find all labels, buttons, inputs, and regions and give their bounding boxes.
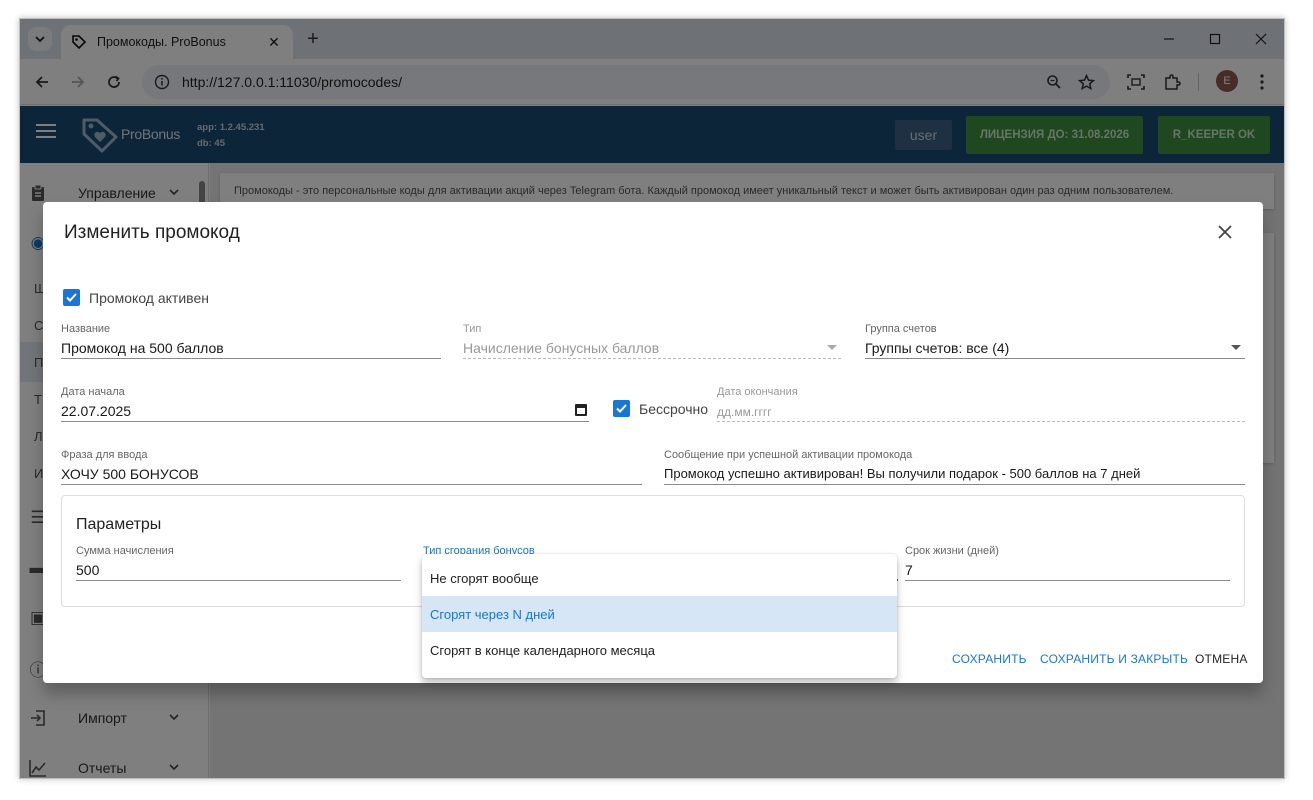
- lifetime-label: Срок жизни (дней): [905, 545, 999, 557]
- name-field[interactable]: Название Промокод на 500 баллов: [61, 323, 441, 359]
- unlimited-label[interactable]: Бессрочно: [639, 401, 708, 417]
- active-checkbox-label[interactable]: Промокод активен: [89, 290, 209, 306]
- cancel-button[interactable]: ОТМЕНА: [1195, 652, 1248, 666]
- menu-option-end-of-month[interactable]: Сгорят в конце календарного месяца: [422, 632, 897, 668]
- start-date-field[interactable]: Дата начала 22.07.2025: [61, 386, 589, 422]
- burn-type-menu: Не сгорят вообще Сгорят через N дней Сго…: [422, 554, 897, 678]
- end-date-label: Дата окончания: [717, 386, 798, 398]
- type-select: Тип Начисление бонусных баллов: [463, 323, 841, 359]
- amount-field[interactable]: Сумма начисления 500: [76, 545, 401, 581]
- save-button[interactable]: СОХРАНИТЬ: [952, 652, 1027, 666]
- save-and-close-button[interactable]: СОХРАНИТЬ И ЗАКРЫТЬ: [1040, 652, 1188, 666]
- phrase-value: ХОЧУ 500 БОНУСОВ: [61, 466, 199, 482]
- end-date-placeholder: дд.мм.гггг: [717, 405, 772, 419]
- menu-option-never[interactable]: Не сгорят вообще: [422, 560, 897, 596]
- check-icon: [66, 293, 77, 302]
- group-label: Группа счетов: [865, 323, 937, 335]
- menu-option-after-n-days[interactable]: Сгорят через N дней: [422, 596, 897, 632]
- parameters-title: Параметры: [76, 516, 162, 533]
- dropdown-arrow-icon: [827, 345, 837, 350]
- name-label: Название: [61, 323, 111, 335]
- lifetime-field[interactable]: Срок жизни (дней) 7: [905, 545, 1230, 581]
- start-date-label: Дата начала: [61, 386, 125, 398]
- check-icon: [616, 404, 627, 413]
- phrase-label: Фраза для ввода: [61, 449, 148, 461]
- dialog-close-button[interactable]: [1213, 220, 1237, 244]
- lifetime-value: 7: [905, 562, 913, 578]
- end-date-field: Дата окончания дд.мм.гггг: [717, 386, 1245, 422]
- message-value: Промокод успешно активирован! Вы получил…: [664, 466, 1141, 481]
- type-value: Начисление бонусных баллов: [463, 340, 660, 356]
- browser-window: Промокоды. ProBonus ✕ + http://127.0.0.1…: [19, 18, 1285, 779]
- amount-label: Сумма начисления: [76, 545, 174, 557]
- success-message-field[interactable]: Сообщение при успешной активации промоко…: [664, 449, 1245, 485]
- message-label: Сообщение при успешной активации промоко…: [664, 449, 913, 461]
- amount-value: 500: [76, 562, 100, 578]
- name-value: Промокод на 500 баллов: [61, 340, 224, 356]
- close-icon: [1218, 225, 1232, 239]
- start-date-value: 22.07.2025: [61, 403, 132, 419]
- group-value: Группы счетов: все (4): [865, 340, 1010, 356]
- dialog-title: Изменить промокод: [64, 222, 240, 243]
- active-checkbox[interactable]: [63, 289, 80, 306]
- phrase-field[interactable]: Фраза для ввода ХОЧУ 500 БОНУСОВ: [61, 449, 642, 485]
- account-group-select[interactable]: Группа счетов Группы счетов: все (4): [865, 323, 1245, 359]
- unlimited-checkbox[interactable]: [613, 400, 630, 417]
- calendar-icon[interactable]: [575, 404, 587, 416]
- type-label: Тип: [463, 323, 482, 335]
- dropdown-arrow-icon: [1231, 345, 1241, 350]
